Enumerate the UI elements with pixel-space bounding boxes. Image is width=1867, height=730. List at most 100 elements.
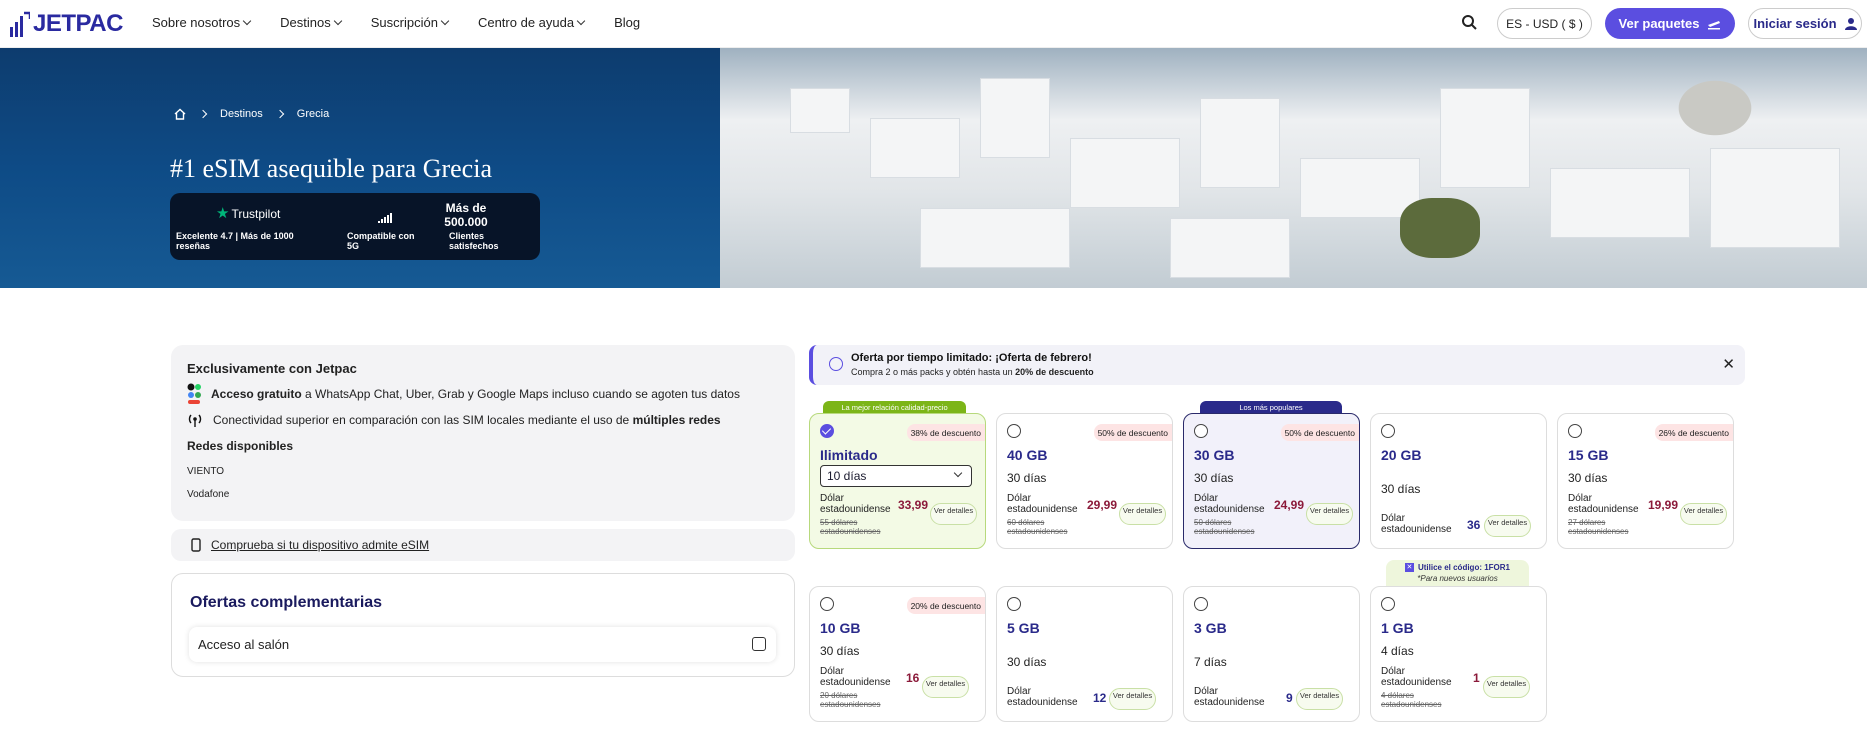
network-item: Vodafone [187, 489, 230, 500]
chevron-right-icon [198, 109, 208, 119]
plan-days: 30 días [1194, 471, 1234, 485]
plan-name: 1 GB [1381, 620, 1414, 636]
discount-badge: 50% de descuento [1093, 424, 1172, 441]
plan-name: 30 GB [1194, 447, 1235, 463]
view-details-button[interactable]: Ver detalles [1296, 688, 1343, 710]
networks-title: Redes disponibles [187, 439, 294, 453]
discount-badge: 38% de descuento [906, 424, 985, 441]
best-value-tag: La mejor relación calidad-precio [823, 401, 966, 413]
view-details-button[interactable]: Ver detalles [930, 503, 977, 525]
radio-icon[interactable] [1007, 597, 1021, 611]
view-details-button[interactable]: Ver detalles [1119, 503, 1166, 525]
currency-label: Dólar estadounidense [1194, 686, 1265, 708]
plan-name: 15 GB [1568, 447, 1609, 463]
connectivity-row: Conectividad superior en comparación con… [187, 413, 721, 427]
chevron-down-icon [953, 468, 963, 478]
plan-price: 24,99 [1274, 498, 1305, 512]
promo-title: Oferta por tiempo limitado: ¡Oferta de f… [851, 352, 1092, 364]
network-text: Compatible con 5G [347, 231, 415, 251]
plan-days: 30 días [1007, 655, 1047, 669]
promo-code-icon: ✕ [1404, 563, 1414, 572]
currency-label: Dólar estadounidense [820, 666, 891, 688]
promo-code-tag: ✕ Utilice el código: 1FOR1 *Para nuevos … [1386, 560, 1529, 588]
jetpac-logo[interactable]: JETPAC [10, 10, 123, 38]
view-details-button[interactable]: Ver detalles [1306, 503, 1353, 525]
logo-text: JETPAC [33, 10, 123, 37]
plan-name: Ilimitado [820, 447, 878, 463]
phone-icon [191, 538, 201, 552]
plan-card-unlimited[interactable]: 38% de descuento Ilimitado 10 días Dólar… [809, 413, 986, 549]
duration-select[interactable]: 10 días [820, 465, 972, 487]
chevron-down-box-icon[interactable] [752, 637, 766, 651]
promo-code-line: ✕ Utilice el código: 1FOR1 [1386, 563, 1529, 572]
device-check-link[interactable]: Comprueba si tu dispositivo admite eSIM [171, 529, 795, 561]
nav-label: Destinos [280, 15, 331, 30]
discount-badge: 26% de descuento [1654, 424, 1733, 441]
hero-building [920, 208, 1070, 268]
complementary-offers-card: Ofertas complementarias Acceso al salón [171, 573, 795, 677]
lounge-access-item[interactable]: Acceso al salón [189, 627, 776, 662]
connectivity-prefix: Conectividad superior en comparación con… [213, 413, 630, 427]
free-access-row: Acceso gratuito a WhatsApp Chat, Uber, G… [187, 383, 740, 405]
radio-icon[interactable] [1007, 424, 1021, 438]
promo-code-text: Utilice el código: 1FOR1 [1417, 563, 1510, 572]
info-title: Exclusivamente con Jetpac [187, 361, 357, 376]
hero-building [870, 118, 960, 178]
plan-card-3gb[interactable]: 3 GB 7 días Dólar estadounidense 9 Ver d… [1183, 586, 1360, 722]
plan-price: 16 [906, 671, 920, 685]
check-radio-icon[interactable] [820, 424, 834, 438]
plan-card-15gb[interactable]: 26% de descuento 15 GB 30 días Dólar est… [1557, 413, 1734, 549]
trust-stats-box: ★ Trustpilot Excelente 4.7 | Más de 1000… [170, 193, 540, 260]
language-currency-selector[interactable]: ES - USD ( $ ) [1497, 8, 1592, 39]
nav-centro-de-ayuda[interactable]: Centro de ayuda [478, 15, 586, 30]
plan-name: 5 GB [1007, 620, 1040, 636]
lounge-label: Acceso al salón [198, 637, 290, 652]
page-title: #1 eSIM asequible para Grecia [170, 154, 492, 183]
view-details-button[interactable]: Ver detalles [1109, 688, 1156, 710]
nav-sobre-nosotros[interactable]: Sobre nosotros [152, 15, 252, 30]
radio-icon[interactable] [1381, 424, 1395, 438]
trustpilot-star-icon: ★ [216, 205, 230, 222]
free-access-bold: Acceso gratuito [211, 387, 302, 401]
view-details-button[interactable]: Ver detalles [1484, 515, 1531, 537]
plan-price: 36 [1467, 518, 1481, 532]
chevron-right-icon [275, 109, 285, 119]
nav-label: Sobre nosotros [152, 15, 241, 30]
radio-icon[interactable] [1568, 424, 1582, 438]
logo-bars-icon [10, 11, 30, 37]
search-icon[interactable] [1460, 13, 1480, 33]
radio-icon[interactable] [1194, 424, 1208, 438]
plan-days: 4 días [1381, 644, 1414, 658]
plan-card-10gb[interactable]: 20% de descuento 10 GB 30 días Dólar est… [809, 586, 986, 722]
home-icon[interactable] [174, 108, 186, 120]
plan-name: 20 GB [1381, 447, 1422, 463]
plan-card-20gb[interactable]: 20 GB 30 días Dólar estadounidense 36 Ve… [1370, 413, 1547, 549]
currency-label: Dólar estadounidense [1381, 666, 1452, 688]
login-button[interactable]: Iniciar sesión [1748, 8, 1862, 39]
view-packages-button[interactable]: Ver paquetes [1605, 8, 1735, 39]
nav-destinos[interactable]: Destinos [280, 15, 342, 30]
old-price: 27 dólares estadounidenses [1568, 518, 1629, 536]
customers-count: Más de 500.000 [444, 201, 488, 229]
plan-card-1gb[interactable]: 1 GB 4 días Dólar estadounidense 1 4 dól… [1370, 586, 1547, 722]
old-price: 50 dólares estadounidenses [1194, 518, 1255, 536]
view-details-button[interactable]: Ver detalles [1483, 676, 1530, 698]
radio-icon[interactable] [1381, 597, 1395, 611]
promo-subtitle: Compra 2 o más packs y obtén hasta un 20… [851, 367, 1094, 377]
breadcrumb-grecia: Grecia [296, 108, 330, 120]
radio-icon[interactable] [820, 597, 834, 611]
currency-label: Dólar estadounidense [1381, 513, 1452, 535]
plan-price: 9 [1286, 691, 1293, 705]
radio-icon[interactable] [1194, 597, 1208, 611]
breadcrumb-destinos[interactable]: Destinos [220, 108, 263, 120]
hero-building [1170, 218, 1290, 278]
plan-card-30gb[interactable]: 50% de descuento 30 GB 30 días Dólar est… [1183, 413, 1360, 549]
cta-label: Ver paquetes [1618, 16, 1700, 31]
close-icon[interactable]: ✕ [1722, 355, 1735, 373]
view-details-button[interactable]: Ver detalles [922, 676, 969, 698]
plan-card-5gb[interactable]: 5 GB 30 días Dólar estadounidense 12 Ver… [996, 586, 1173, 722]
view-details-button[interactable]: Ver detalles [1680, 503, 1727, 525]
nav-suscripcion[interactable]: Suscripción [371, 15, 450, 30]
plan-card-40gb[interactable]: 50% de descuento 40 GB 30 días Dólar est… [996, 413, 1173, 549]
nav-blog[interactable]: Blog [614, 15, 640, 30]
